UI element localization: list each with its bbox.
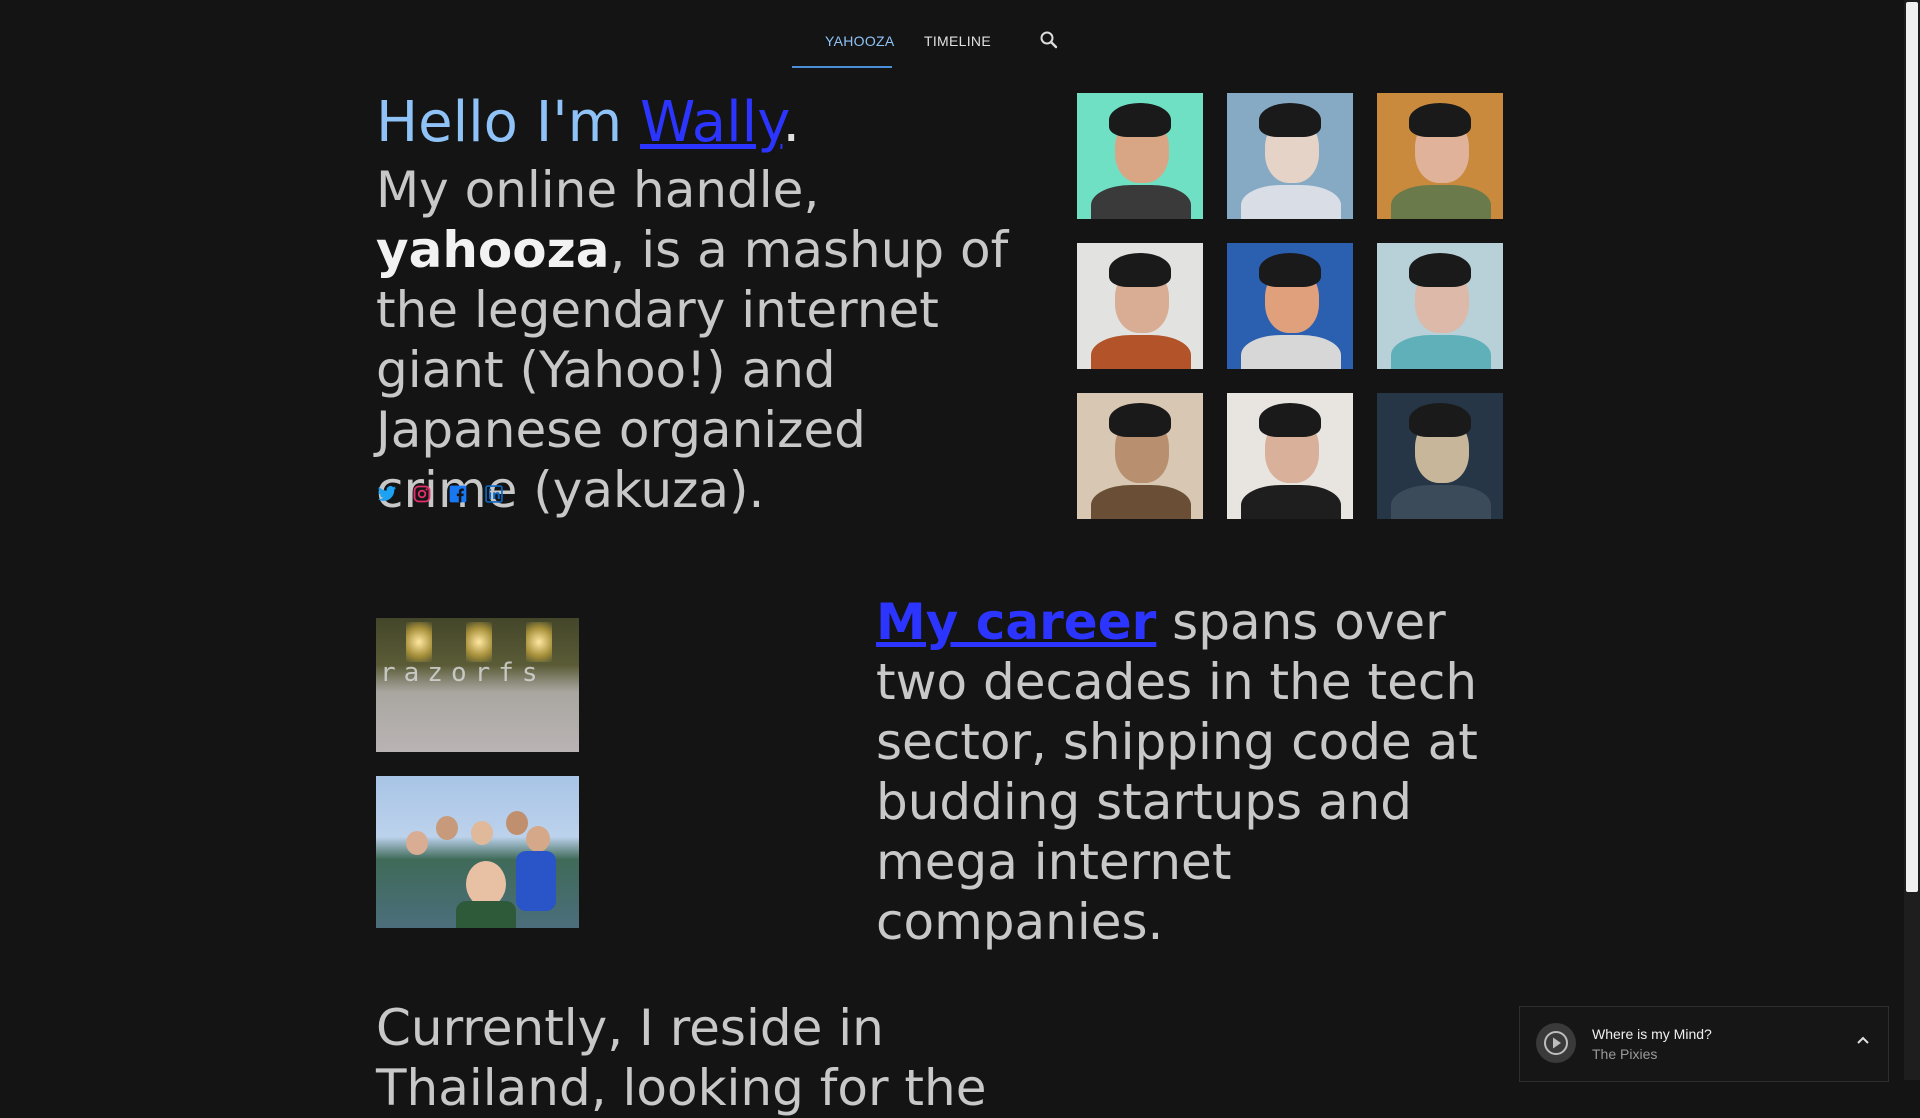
portrait-grid bbox=[1077, 93, 1503, 519]
song-artist: The Pixies bbox=[1592, 1046, 1658, 1062]
portrait-image[interactable] bbox=[1377, 243, 1503, 369]
active-tab-indicator bbox=[792, 66, 892, 68]
intro-prefix: My online handle, bbox=[376, 161, 820, 219]
song-title: Where is my Mind? bbox=[1592, 1026, 1712, 1042]
office-photo: razorfs bbox=[376, 618, 579, 752]
page-scrollbar[interactable] bbox=[1904, 0, 1920, 1080]
portrait-image[interactable] bbox=[1227, 393, 1353, 519]
portrait-image[interactable] bbox=[1227, 93, 1353, 219]
portrait-image[interactable] bbox=[1077, 93, 1203, 219]
tab-yahooza[interactable]: YAHOOZA bbox=[825, 33, 895, 49]
linkedin-icon[interactable] bbox=[484, 484, 504, 504]
greeting-heading: Hello I'm Wally. bbox=[376, 90, 800, 156]
portrait-image[interactable] bbox=[1077, 393, 1203, 519]
greeting-suffix: . bbox=[782, 90, 801, 155]
career-link[interactable]: My career bbox=[876, 593, 1156, 651]
portrait-image[interactable] bbox=[1227, 243, 1353, 369]
portrait-image[interactable] bbox=[1077, 243, 1203, 369]
play-icon bbox=[1544, 1031, 1568, 1055]
greeting-prefix: Hello I'm bbox=[376, 90, 641, 155]
portrait-image[interactable] bbox=[1377, 93, 1503, 219]
residence-paragraph: Currently, I reside in Thailand, looking… bbox=[376, 999, 987, 1117]
search-icon[interactable] bbox=[1037, 28, 1061, 52]
twitter-icon[interactable] bbox=[376, 484, 397, 504]
music-player: Where is my Mind? The Pixies bbox=[1519, 1006, 1889, 1082]
top-nav: YAHOOZA TIMELINE bbox=[0, 0, 1904, 68]
team-photo bbox=[376, 776, 579, 928]
instagram-icon[interactable] bbox=[412, 484, 432, 504]
social-links bbox=[376, 484, 504, 504]
portrait-image[interactable] bbox=[1377, 393, 1503, 519]
intro-paragraph: My online handle, yahooza, is a mashup o… bbox=[376, 160, 1016, 520]
office-sign-graphic: razorfs bbox=[380, 658, 546, 688]
tab-timeline[interactable]: TIMELINE bbox=[924, 33, 991, 49]
career-paragraph: My career spans over two decades in the … bbox=[876, 592, 1516, 952]
scrollbar-thumb[interactable] bbox=[1906, 2, 1918, 892]
chevron-up-icon[interactable] bbox=[1853, 1031, 1873, 1051]
handle-text: yahooza bbox=[376, 221, 610, 279]
play-button[interactable] bbox=[1536, 1023, 1576, 1063]
name-link[interactable]: Wally bbox=[640, 90, 782, 155]
facebook-icon[interactable] bbox=[448, 484, 468, 504]
